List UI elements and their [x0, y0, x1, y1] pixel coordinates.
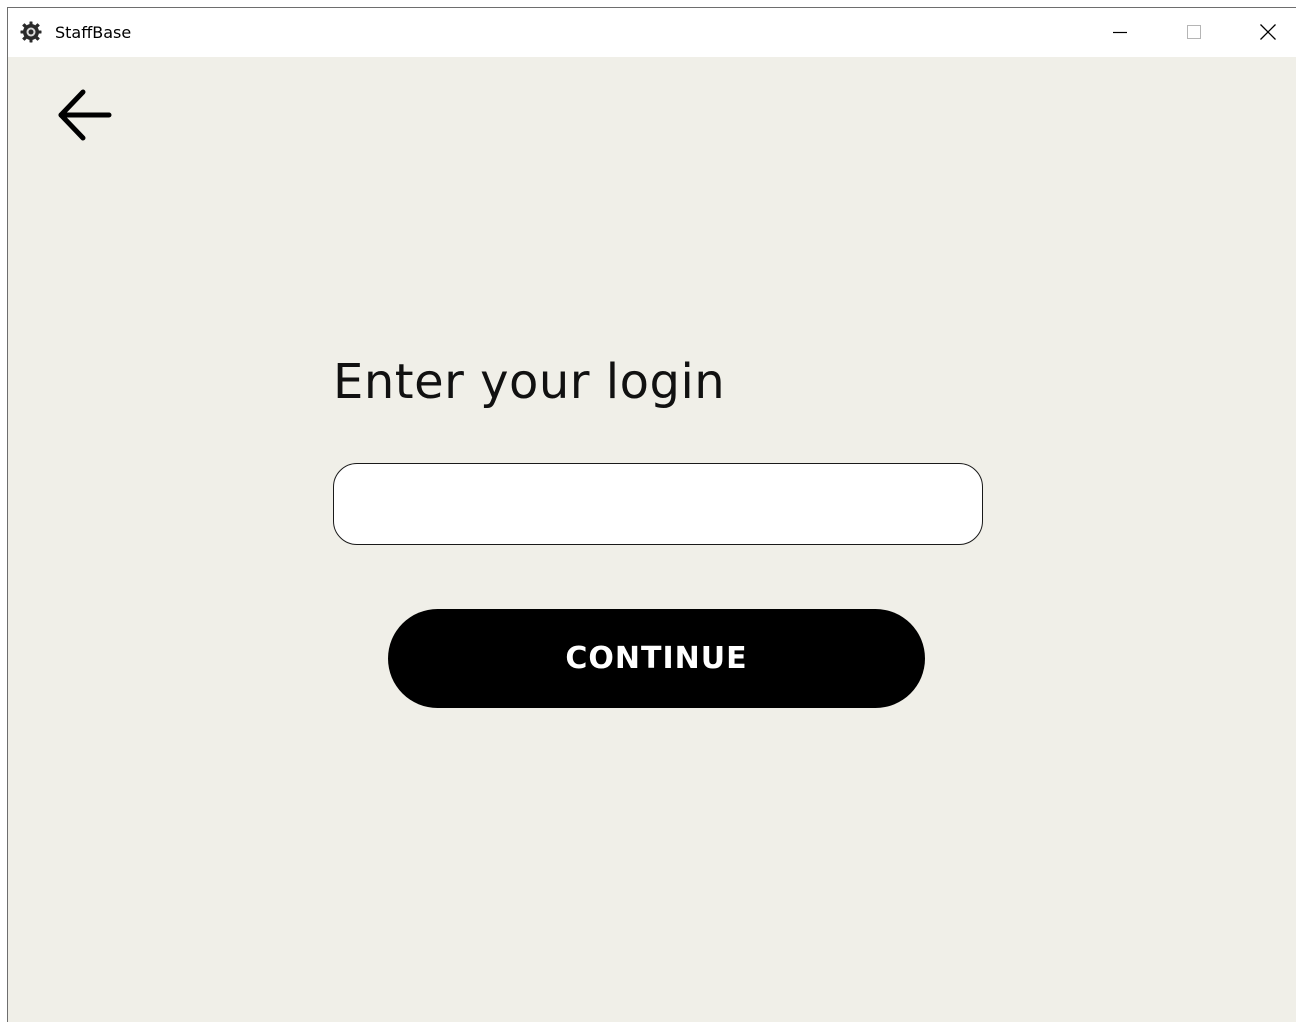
close-icon — [1260, 24, 1276, 40]
minimize-icon — [1113, 31, 1127, 34]
app-window: StaffBase Enter your login CONTINUE — [7, 7, 1296, 1022]
gear-badge-icon — [20, 21, 42, 43]
window-title: StaffBase — [55, 23, 132, 42]
continue-button[interactable]: CONTINUE — [388, 609, 925, 708]
minimize-button[interactable] — [1097, 8, 1143, 56]
maximize-icon — [1187, 25, 1201, 39]
back-button[interactable] — [52, 83, 116, 147]
arrow-left-icon — [58, 89, 112, 141]
maximize-button[interactable] — [1171, 8, 1217, 56]
login-input[interactable] — [333, 463, 983, 545]
close-button[interactable] — [1245, 8, 1291, 56]
title-bar[interactable]: StaffBase — [8, 8, 1296, 57]
page-title: Enter your login — [333, 354, 726, 410]
